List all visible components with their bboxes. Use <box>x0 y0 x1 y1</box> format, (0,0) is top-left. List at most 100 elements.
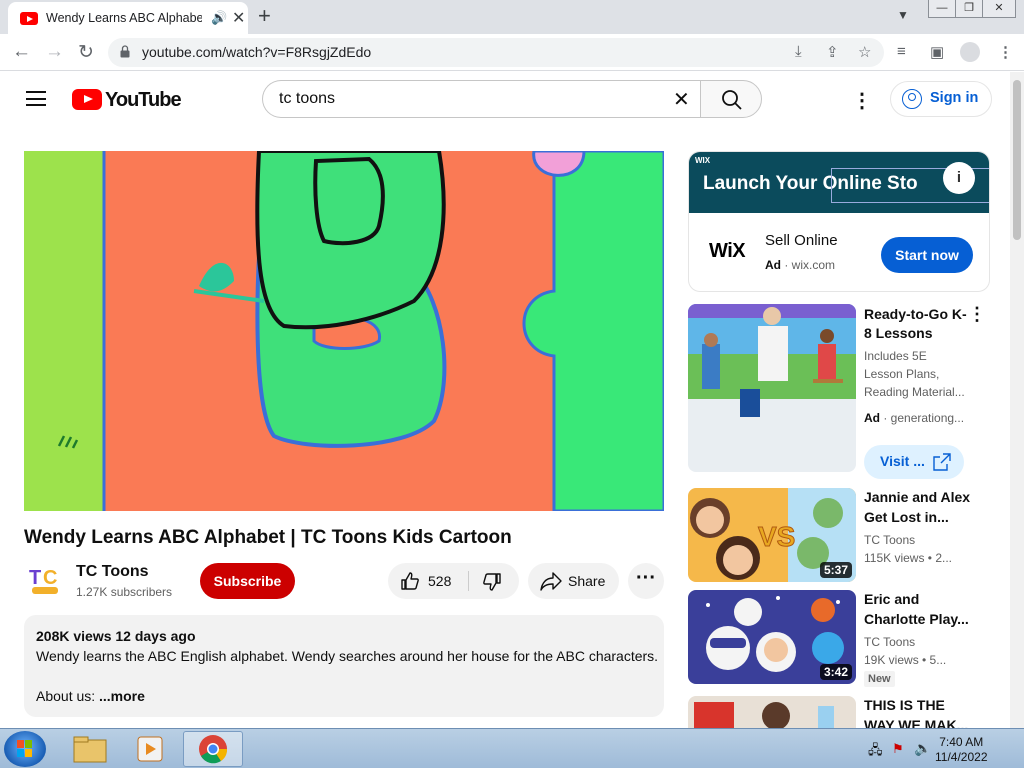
search-input[interactable]: tc toons ✕ <box>262 80 700 118</box>
thumbnail-image <box>688 696 856 728</box>
install-app-icon[interactable]: ⤓ <box>795 43 802 60</box>
rec-title-3a[interactable]: Eric and <box>864 589 919 609</box>
new-tab-button[interactable]: + <box>258 3 271 29</box>
settings-kebab-icon[interactable]: ⋮ <box>852 88 872 113</box>
channel-avatar[interactable]: T C <box>26 562 64 600</box>
rec-title-4a[interactable]: THIS IS THE <box>864 695 945 715</box>
rec-meta-3: 19K views • 5... <box>864 653 947 667</box>
profile-avatar-icon[interactable] <box>960 42 980 62</box>
views-and-date: 208K views 12 days ago <box>36 628 196 644</box>
forward-arrow-icon[interactable]: → <box>45 41 64 63</box>
channel-name[interactable]: TC Toons <box>76 563 149 581</box>
url-text: youtube.com/watch?v=F8RsgjZdEdo <box>142 44 372 60</box>
rec-title-1a[interactable]: Ready-to-Go K- <box>864 304 967 324</box>
thumbs-up-icon[interactable] <box>400 571 420 591</box>
restore-window-button[interactable]: ❐ <box>955 0 983 18</box>
external-link-icon <box>933 453 951 471</box>
page-scrollbar[interactable] <box>1010 72 1024 728</box>
browser-toolbar: ← → ↻ youtube.com/watch?v=F8RsgjZdEdo ⤓ … <box>0 34 1024 71</box>
rec-desc-1a: Includes 5E <box>864 349 927 363</box>
rec-thumbnail-2[interactable]: VS 5:37 <box>688 488 856 582</box>
hamburger-menu-icon[interactable] <box>26 91 46 106</box>
more-actions-icon[interactable]: ··· <box>628 563 664 599</box>
scrollbar-thumb[interactable] <box>1013 80 1021 240</box>
rec-thumbnail-3[interactable]: 3:42 <box>688 590 856 684</box>
close-window-button[interactable]: ✕ <box>982 0 1016 18</box>
media-control-icon[interactable]: ≡ <box>897 43 906 60</box>
about-us-text: About us: <box>36 688 96 704</box>
youtube-play-icon <box>72 89 102 110</box>
like-dislike-bar: 528 <box>388 563 519 599</box>
share-button[interactable]: Share <box>528 563 619 599</box>
ad-banner[interactable]: WIX Launch Your Online Sto i <box>689 152 989 213</box>
description-text: Wendy learns the ABC English alphabet. W… <box>36 648 659 664</box>
svg-text:C: C <box>43 567 57 589</box>
ad-info-icon[interactable]: i <box>943 162 975 194</box>
duration-badge: 5:37 <box>819 562 852 578</box>
visit-button[interactable]: Visit ... <box>864 445 964 479</box>
search-query: tc toons <box>279 90 336 107</box>
back-arrow-icon[interactable]: ← <box>12 41 31 63</box>
video-frame <box>24 151 664 511</box>
youtube-logo-text: YouTube <box>105 89 182 111</box>
share-arrow-icon <box>540 572 562 591</box>
rec-ad-line-1: Ad · generationg... <box>864 409 964 427</box>
search-button[interactable] <box>700 80 762 118</box>
chrome-taskbar-icon[interactable] <box>183 731 243 767</box>
share-label: Share <box>568 573 606 589</box>
system-clock[interactable]: 7:40 AM 11/4/2022 <box>935 735 988 765</box>
rec-title-1b[interactable]: 8 Lessons <box>864 323 932 343</box>
share-page-icon[interactable]: ⇪ <box>826 43 839 61</box>
close-tab-icon[interactable]: ✕ <box>232 8 245 28</box>
network-tray-icon[interactable]: 🖧 <box>868 741 883 763</box>
browser-tab[interactable]: Wendy Learns ABC Alphabet 🔊 ✕ <box>8 2 248 34</box>
rec-menu-kebab-icon[interactable]: ⋮ <box>968 304 986 325</box>
side-panel-icon[interactable]: ▣ <box>930 43 944 61</box>
rec-thumbnail-4[interactable] <box>688 696 856 728</box>
file-explorer-taskbar-icon[interactable] <box>62 731 118 767</box>
tab-search-chevron-icon[interactable]: ▼ <box>897 8 909 22</box>
tab-title: Wendy Learns ABC Alphabet <box>46 11 202 25</box>
description-box[interactable]: 208K views 12 days ago Wendy learns the … <box>24 615 664 717</box>
browser-tab-strip: Wendy Learns ABC Alphabet 🔊 ✕ + ▼ — ❐ ✕ <box>0 0 1024 34</box>
rec-title-3b[interactable]: Charlotte Play... <box>864 609 969 629</box>
sidebar-ad[interactable]: WIX Launch Your Online Sto i WiX Sell On… <box>688 151 990 292</box>
rec-thumbnail-1[interactable] <box>688 304 856 472</box>
minimize-window-button[interactable]: — <box>928 0 956 18</box>
media-player-taskbar-icon[interactable] <box>122 731 178 767</box>
rec-advertiser: · generationg... <box>883 411 965 425</box>
reload-icon[interactable]: ↻ <box>78 41 94 64</box>
rec-title-2b[interactable]: Get Lost in... <box>864 507 949 527</box>
show-more-link[interactable]: ...more <box>99 688 145 704</box>
bookmark-star-icon[interactable]: ☆ <box>858 43 871 61</box>
subscribe-button[interactable]: Subscribe <box>200 563 295 599</box>
video-player[interactable] <box>24 151 664 511</box>
audio-playing-icon[interactable]: 🔊 <box>211 10 227 26</box>
windows-logo-icon <box>17 740 32 757</box>
ad-domain-line: Ad · wix.com <box>765 258 835 272</box>
rec-channel-3[interactable]: TC Toons <box>864 633 915 651</box>
clock-date: 11/4/2022 <box>935 750 988 764</box>
rec-desc-1c: Reading Material... <box>864 385 965 399</box>
sign-in-button[interactable]: Sign in <box>890 81 992 117</box>
start-now-button[interactable]: Start now <box>881 237 973 273</box>
svg-text:VS: VS <box>758 521 795 552</box>
chrome-menu-icon[interactable]: ⋮ <box>998 43 1013 61</box>
windows-taskbar: 🖧 ⚑ 🔈 7:40 AM 11/4/2022 <box>0 728 1024 768</box>
lock-icon <box>120 45 130 58</box>
search-icon <box>722 90 742 110</box>
action-center-tray-icon[interactable]: ⚑ <box>892 741 904 757</box>
rec-title-4b[interactable]: WAY WE MAK... <box>864 715 968 728</box>
windows-start-button[interactable] <box>4 731 46 767</box>
ad-banner-brand: WIX <box>695 156 711 165</box>
ad-title: Sell Online <box>765 232 838 249</box>
wix-logo: WiX <box>709 240 746 262</box>
rec-channel-2[interactable]: TC Toons <box>864 531 915 549</box>
volume-tray-icon[interactable]: 🔈 <box>914 740 931 757</box>
thumbs-down-icon[interactable] <box>482 572 502 592</box>
new-badge: New <box>864 671 895 687</box>
subscriber-count: 1.27K subscribers <box>76 585 173 599</box>
clear-search-icon[interactable]: ✕ <box>673 87 690 112</box>
address-bar[interactable]: youtube.com/watch?v=F8RsgjZdEdo <box>108 38 884 67</box>
rec-title-2a[interactable]: Jannie and Alex <box>864 487 970 507</box>
